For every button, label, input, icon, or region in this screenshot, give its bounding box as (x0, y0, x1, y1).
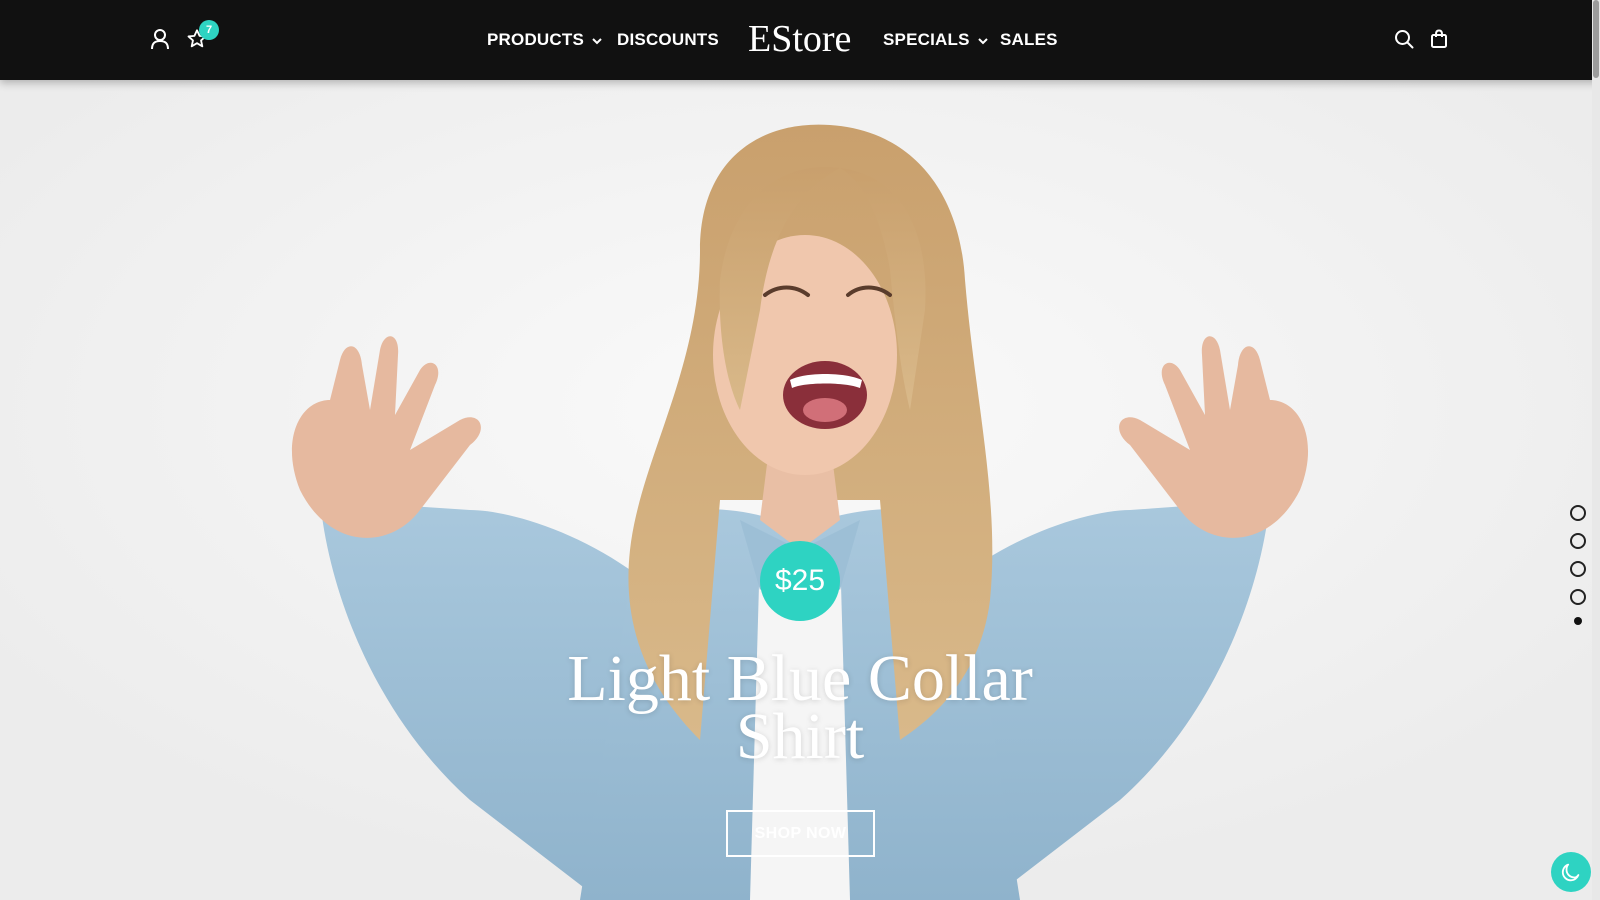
moon-icon (1561, 863, 1580, 882)
top-navigation-bar: 7 PRODUCTS DISCOUNTS EStore SPECIALS SAL… (0, 0, 1600, 80)
dark-mode-toggle[interactable] (1551, 852, 1591, 892)
nav-discounts-label: DISCOUNTS (617, 30, 719, 49)
brand-logo[interactable]: EStore (748, 14, 851, 64)
slider-pagination (1570, 505, 1590, 625)
chevron-down-icon (977, 30, 988, 50)
price-badge: $25 (760, 541, 840, 621)
nav-sales[interactable]: SALES (1000, 28, 1058, 52)
hero-title-line-2: Shirt (735, 700, 865, 773)
user-account-button[interactable] (148, 26, 172, 52)
nav-discounts[interactable]: DISCOUNTS (617, 28, 719, 52)
cart-button[interactable] (1427, 27, 1451, 51)
nav-products-label: PRODUCTS (487, 30, 584, 49)
slide-dot-5-active[interactable] (1574, 617, 1582, 625)
hero-title: Light Blue Collar Shirt (500, 646, 1100, 773)
shop-now-button[interactable]: SHOP NOW (726, 810, 875, 857)
slide-dot-3[interactable] (1570, 561, 1586, 577)
search-button[interactable] (1392, 27, 1416, 51)
nav-specials[interactable]: SPECIALS (883, 28, 988, 52)
shopping-bag-icon (1431, 29, 1447, 48)
chevron-down-icon (592, 30, 602, 50)
nav-products[interactable]: PRODUCTS (487, 28, 602, 52)
slide-dot-4[interactable] (1570, 589, 1586, 605)
wishlist-count-badge: 7 (199, 20, 219, 40)
search-icon (1395, 30, 1414, 49)
user-icon (151, 29, 169, 50)
slide-dot-2[interactable] (1570, 533, 1586, 549)
hero-slider: $25 Light Blue Collar Shirt SHOP NOW (0, 80, 1600, 900)
nav-specials-label: SPECIALS (883, 30, 970, 49)
nav-sales-label: SALES (1000, 30, 1058, 49)
hero-model-image (0, 80, 1600, 900)
scrollbar-thumb[interactable] (1593, 0, 1599, 78)
slide-dot-1[interactable] (1570, 505, 1586, 521)
page-scrollbar[interactable] (1592, 0, 1600, 900)
